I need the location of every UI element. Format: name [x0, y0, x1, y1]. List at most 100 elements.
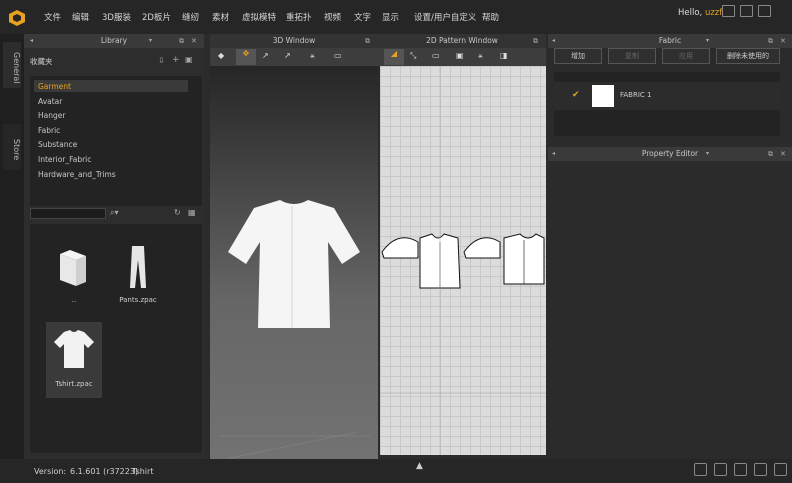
brush-icon[interactable]: ↗	[284, 51, 291, 60]
refresh-icon[interactable]: ↻	[174, 208, 181, 217]
menu-item[interactable]: 文件	[44, 11, 61, 23]
dart-icon[interactable]: ◨	[500, 51, 508, 60]
menu-item[interactable]: 重拓扑	[286, 11, 312, 23]
library-item[interactable]: Hardware_and_Trims	[38, 170, 116, 179]
float-icon[interactable]: ⧉	[768, 34, 773, 48]
float-icon[interactable]: ⧉	[179, 34, 184, 48]
viewport-2d[interactable]	[380, 66, 546, 455]
menu-item[interactable]: 显示	[382, 11, 399, 23]
pattern-pieces	[380, 66, 546, 455]
file-name: Pants.zpac	[119, 296, 157, 304]
layout-single-icon[interactable]	[694, 463, 707, 476]
library-item[interactable]: Interior_Fabric	[38, 155, 91, 164]
chevron-down-icon[interactable]: ▾	[706, 34, 709, 48]
menu-item[interactable]: 3D服装	[102, 11, 131, 23]
polygon-icon[interactable]: ▭	[432, 51, 440, 60]
search-icon[interactable]: ⌕▾	[110, 208, 119, 218]
user-name[interactable]: uzzf	[705, 8, 722, 18]
user-greeting[interactable]: Hello, uzzf	[678, 8, 722, 18]
fabric-panel: ◂ Fabric ▾ ⧉ ✕ 增加 复制 应用 删除未使用的 ✔ FABRIC …	[548, 34, 792, 147]
version-value: 6.1.601 (r37223)	[70, 467, 139, 476]
grid-view-icon[interactable]: ▦	[188, 208, 196, 217]
fabric-name: FABRIC 1	[620, 91, 652, 99]
file-item-pants[interactable]: Pants.zpac	[110, 238, 166, 312]
menu-item[interactable]: 帮助	[482, 11, 499, 23]
menu-item[interactable]: 素材	[212, 11, 229, 23]
library-item[interactable]: Substance	[38, 140, 77, 149]
menubar: 文件 编辑 3D服装 2D板片 缝纫 素材 虚拟模特 重拓扑 视频 文字 显示 设置/用户自定义 帮助 …	[0, 0, 792, 34]
apply-fabric-button[interactable]: 应用	[662, 48, 710, 64]
tape-icon[interactable]: ▭	[334, 51, 342, 60]
copy-fabric-button[interactable]: 复制	[608, 48, 656, 64]
minimize-button[interactable]	[722, 5, 735, 17]
pants-icon	[130, 246, 146, 288]
check-icon[interactable]: ✔	[572, 90, 580, 100]
chevron-left-icon[interactable]: ◂	[552, 34, 555, 48]
library-item[interactable]: Hanger	[38, 111, 65, 120]
file-browser: .. Pants.zpac Tshirt.zpac	[30, 224, 202, 453]
library-item[interactable]: Garment	[38, 82, 71, 91]
chevron-down-icon[interactable]: ◂	[30, 34, 33, 48]
file-item-tshirt[interactable]: Tshirt.zpac	[46, 322, 102, 398]
chevron-left-icon[interactable]: ◂	[552, 147, 555, 161]
rectangle-icon[interactable]: ▣	[456, 51, 464, 60]
fabric-swatch	[592, 85, 614, 107]
close-icon[interactable]: ✕	[780, 34, 786, 48]
app-logo[interactable]	[8, 9, 26, 27]
float-icon[interactable]: ⧉	[365, 34, 370, 48]
rotate-icon[interactable]: ◆	[218, 51, 224, 60]
tab-store[interactable]: Store	[3, 124, 21, 170]
search-input[interactable]	[30, 208, 106, 219]
fold-icon[interactable]: ⚹	[310, 51, 315, 61]
float-icon[interactable]: ⧉	[768, 147, 773, 161]
menu-item[interactable]: 编辑	[72, 11, 89, 23]
menu-item[interactable]: 设置/用户自定义	[414, 11, 476, 23]
menu-item[interactable]: 文字	[354, 11, 371, 23]
chevron-down-icon[interactable]: ▾	[149, 34, 152, 48]
add-icon[interactable]: +	[172, 55, 180, 65]
close-icon[interactable]: ✕	[191, 34, 197, 48]
expand-up-icon[interactable]: ▲	[416, 461, 423, 471]
close-button[interactable]	[758, 5, 771, 17]
tab-general[interactable]: General	[3, 42, 21, 88]
select-move-icon[interactable]: ✥	[236, 49, 256, 65]
fabric-list: ✔ FABRIC 1	[554, 72, 780, 136]
delete-unused-button[interactable]: 删除未使用的	[716, 48, 780, 64]
float-icon[interactable]: ⧉	[533, 34, 538, 48]
add-fabric-button[interactable]: 增加	[554, 48, 602, 64]
layout-2d-icon[interactable]	[754, 463, 767, 476]
library-list: Garment Avatar Hanger Fabric Substance Interi…	[30, 76, 202, 206]
chevron-down-icon[interactable]: ▾	[706, 147, 709, 161]
close-icon[interactable]: ✕	[780, 147, 786, 161]
transform-icon[interactable]: ⤡	[410, 51, 416, 61]
fabric-row[interactable]: ✔ FABRIC 1	[554, 82, 780, 110]
menu-item[interactable]: 2D板片	[142, 11, 171, 23]
maximize-button[interactable]	[740, 5, 753, 17]
fabric-title: Fabric	[658, 36, 682, 45]
snapshot-icon[interactable]	[774, 463, 787, 476]
menu-item[interactable]: 缝纫	[182, 11, 199, 23]
library-item[interactable]: Avatar	[38, 97, 62, 106]
file-name: ..	[71, 296, 77, 304]
library-header: ◂ Library ▾ ⧉ ✕	[24, 34, 204, 48]
favorites-label: 收藏夹	[30, 57, 53, 66]
toolbar-3d: ◆ ✥ ↗ ↗ ⚹ ▭	[210, 48, 378, 66]
library-panel: ◂ Library ▾ ⧉ ✕ 收藏夹 ⇩ + ▣ Garment Avatar H…	[24, 34, 204, 459]
menu-item[interactable]: 虚拟模特	[242, 11, 276, 23]
file-name: Tshirt.zpac	[55, 380, 93, 388]
viewport-3d[interactable]	[210, 66, 378, 459]
select-tool-icon[interactable]: ◢	[384, 49, 404, 65]
pin-icon[interactable]: ↗	[262, 51, 269, 60]
import-icon[interactable]: ⇩	[158, 56, 165, 65]
menu-item[interactable]: 视频	[324, 11, 341, 23]
file-item-parent[interactable]: ..	[46, 238, 102, 312]
library-item[interactable]: Fabric	[38, 126, 60, 135]
internal-shape-icon[interactable]: ⚹	[478, 51, 483, 61]
layout-3d-icon[interactable]	[734, 463, 747, 476]
window-3d-title: 3D Window	[272, 36, 316, 45]
layout-split-icon[interactable]	[714, 463, 727, 476]
folder-icon	[60, 250, 86, 286]
window-2d-title: 2D Pattern Window	[426, 36, 498, 45]
property-editor-header: ◂ Property Editor ▾ ⧉ ✕	[548, 147, 792, 161]
folder-add-icon[interactable]: ▣	[185, 55, 193, 64]
